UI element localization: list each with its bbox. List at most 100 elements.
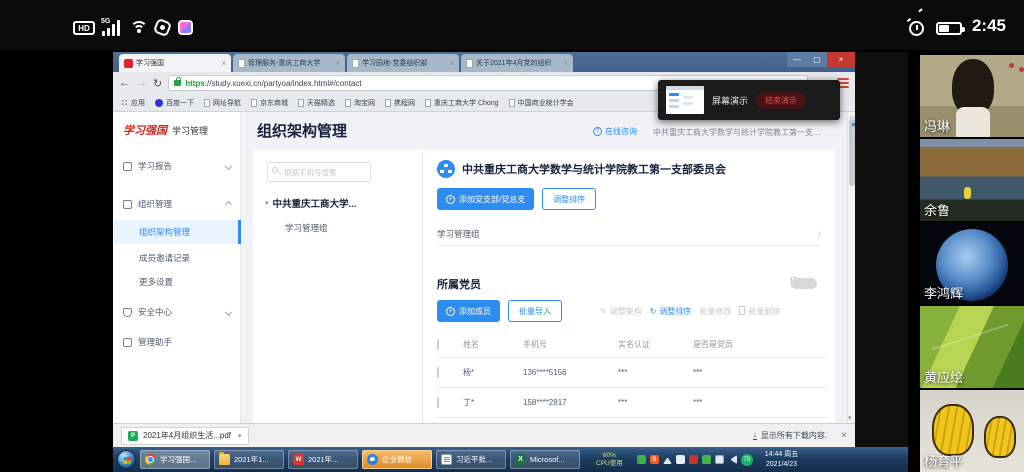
overlay-expand-icon[interactable]: ⟋: [846, 92, 854, 105]
tree-root-node[interactable]: ▾ 中共重庆工商大学...: [265, 196, 356, 210]
table-row[interactable]: 丁* 158****2817 *** ***: [437, 388, 827, 418]
participant-video[interactable]: 冯琳: [920, 55, 1024, 137]
page-scrollbar[interactable]: ▾: [847, 112, 855, 423]
sidebar-item-study-report[interactable]: 学习报告: [113, 154, 241, 178]
bell-icon[interactable]: [676, 455, 685, 464]
show-all-downloads-link[interactable]: ↓ 显示所有下载内容.: [753, 430, 827, 441]
search-input[interactable]: [267, 162, 371, 182]
participant-video[interactable]: 李鸿辉: [920, 223, 1024, 305]
floating-window-icon: [153, 18, 173, 38]
participant-video[interactable]: 余鲁: [920, 139, 1024, 221]
bookmark-jd[interactable]: 京东商城: [251, 98, 288, 108]
sidebar-item-more-settings[interactable]: 更多设置: [113, 270, 241, 294]
reload-icon[interactable]: ↻: [153, 77, 162, 90]
maximize-button[interactable]: ▢: [807, 52, 827, 67]
add-member-button[interactable]: + 添加成员: [437, 300, 500, 322]
taskbar-chrome-button[interactable]: 学习强国...: [140, 450, 210, 469]
question-icon: ?: [593, 127, 602, 136]
tray-security-icon[interactable]: [689, 455, 698, 464]
taskbar-wps-button[interactable]: W 2021年...: [288, 450, 358, 469]
cell-is-member: ***: [693, 398, 827, 407]
caret-down-icon[interactable]: ▾: [238, 432, 242, 440]
batch-import-button[interactable]: 批量导入: [508, 300, 562, 322]
scrollbar-thumb[interactable]: [849, 116, 855, 186]
page-icon: [345, 99, 351, 107]
alarm-icon: [909, 21, 924, 36]
tray-battery-icon[interactable]: [637, 455, 646, 464]
close-button[interactable]: ×: [827, 52, 855, 67]
end-share-button[interactable]: 结束演示: [756, 92, 806, 109]
plus-icon: +: [446, 195, 455, 204]
taskbar-wecom-button[interactable]: 企业微信: [362, 450, 432, 469]
adjust-sort-button[interactable]: 调整排序: [542, 188, 596, 210]
tree-caret-icon[interactable]: ▾: [265, 199, 269, 207]
row-checkbox[interactable]: [437, 397, 439, 408]
speaker-icon[interactable]: [728, 455, 737, 464]
sidebar-item-org-manage[interactable]: 组织管理: [113, 192, 241, 216]
network-monitor-icon[interactable]: [715, 455, 724, 464]
batch-edit-link[interactable]: 批量修改: [699, 306, 731, 317]
cursor-badge: [791, 278, 817, 289]
bookmark-ctrip[interactable]: 携程网: [385, 98, 415, 108]
wechat-icon[interactable]: [702, 455, 711, 464]
taskbar-excel-button[interactable]: X Microsof...: [510, 450, 580, 469]
page-icon: [509, 99, 515, 107]
tab-close-icon[interactable]: ×: [449, 59, 454, 68]
chevron-down-icon: [225, 308, 232, 315]
sidebar-item-admin-assistant[interactable]: 管理助手: [113, 330, 241, 354]
tab-admin-service[interactable]: 管理服务-重庆工商大学 ×: [233, 54, 345, 72]
download-chip[interactable]: P 2021年4月组织生活...pdf ▾: [121, 427, 249, 445]
trash-icon: [739, 308, 745, 315]
forward-icon[interactable]: →: [136, 77, 147, 89]
taskbar-folder-button[interactable]: 2021年1...: [214, 450, 284, 469]
header-org-text: 中共重庆工商大学数学与统计学院教工第一支…: [653, 127, 838, 138]
tab-close-icon[interactable]: ×: [563, 59, 568, 68]
esim-app-icon: [178, 20, 193, 35]
bookmark-nav[interactable]: 网址导航: [204, 98, 241, 108]
tray-green-badge[interactable]: 79: [741, 454, 753, 466]
page-favicon: [238, 59, 245, 68]
table-row[interactable]: 杨* 136****5156 *** ***: [437, 358, 827, 388]
select-all-checkbox[interactable]: [437, 339, 439, 350]
participant-video[interactable]: 杨育平: [920, 390, 1024, 472]
add-branch-button[interactable]: + 添加党支部/党总支: [437, 188, 534, 210]
back-icon[interactable]: ←: [119, 77, 130, 89]
bookmark-baidu[interactable]: 百度一下: [155, 98, 194, 108]
tab-close-icon[interactable]: ×: [221, 59, 226, 68]
sidebar-item-security-center[interactable]: 安全中心: [113, 300, 241, 324]
taskbar-clock[interactable]: 14:44 周五 2021/4/23: [765, 450, 798, 468]
content-card: ▾ 中共重庆工商大学... 学习管理组 中共重庆工商大学数学与统计学院教工第一支…: [253, 150, 835, 423]
tab-title: 学习强国: [136, 58, 164, 68]
tray-expand-icon[interactable]: [663, 455, 672, 464]
tab-april-org[interactable]: 关于2021年4月党的组织 ×: [461, 54, 573, 72]
row-checkbox[interactable]: [437, 367, 439, 378]
online-consult-link[interactable]: ? 在线咨询: [593, 126, 637, 137]
chevron-down-icon: [225, 162, 232, 169]
scroll-down-icon[interactable]: ▾: [848, 414, 852, 422]
group-row[interactable]: 学习管理组 ›: [437, 222, 821, 246]
tree-child-node[interactable]: 学习管理组: [285, 222, 328, 234]
bookmark-apps[interactable]: 应用: [121, 98, 145, 108]
sidebar-item-org-structure[interactable]: 组织架构管理: [113, 220, 241, 244]
minimize-button[interactable]: —: [787, 52, 807, 67]
taskbar-doc-button[interactable]: 习近平批...: [436, 450, 506, 469]
shelf-close-icon[interactable]: ×: [841, 430, 847, 441]
cell-verified: ***: [618, 398, 693, 407]
sogou-icon[interactable]: S: [650, 455, 659, 464]
tab-close-icon[interactable]: ×: [335, 59, 340, 68]
bookmark-ctbu[interactable]: 重庆工商大学 Chong: [425, 98, 499, 108]
members-section-title: 所属党员: [437, 276, 481, 292]
participant-video[interactable]: 黄应绘: [920, 306, 1024, 388]
batch-delete-link[interactable]: 批量删除: [739, 306, 780, 317]
participants-column: 冯琳 余鲁 李鸿辉 黄应绘 杨育平: [920, 55, 1024, 472]
tab-xuexi[interactable]: 学习强国 ×: [119, 54, 231, 72]
battery-icon: [936, 22, 962, 35]
tab-study-garden[interactable]: 学习园地-党委组织部 ×: [347, 54, 459, 72]
bookmark-stats-assoc[interactable]: 中国商业统计学会: [509, 98, 574, 108]
sidebar-item-invite-records[interactable]: 成员邀请记录: [113, 246, 241, 270]
bookmark-taobao[interactable]: 淘宝网: [345, 98, 375, 108]
adjust-structure-link[interactable]: ✎ 调整架构: [600, 306, 642, 317]
adjust-sort-link[interactable]: ↻ 调整排序: [650, 306, 692, 317]
bookmark-tmall[interactable]: 天猫精选: [298, 98, 335, 108]
start-button[interactable]: [117, 450, 136, 469]
